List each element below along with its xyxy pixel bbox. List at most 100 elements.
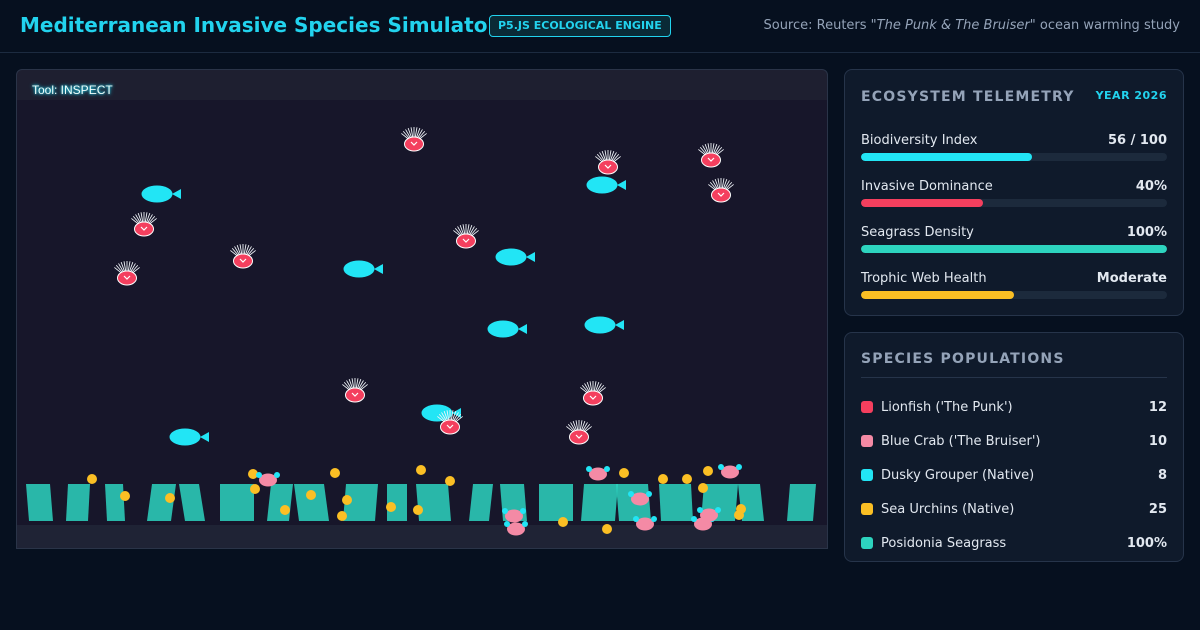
seagrass-blade [267, 484, 293, 521]
sea-urchin [658, 474, 668, 484]
metric-bar [861, 245, 1167, 253]
population-name: Sea Urchins (Native) [881, 502, 1015, 517]
engine-badge: P5.JS ECOLOGICAL ENGINE [489, 15, 671, 37]
blue-crab [718, 464, 742, 479]
source-suffix: " ocean warming study [1029, 18, 1180, 33]
population-row-posidonia-seagrass: Posidonia Seagrass 100% [861, 535, 1167, 555]
sea-urchin [682, 474, 692, 484]
sea-urchin-swatch [861, 503, 873, 515]
population-name: Dusky Grouper (Native) [881, 468, 1035, 483]
sea-urchin [619, 468, 629, 478]
lionfish [131, 212, 157, 237]
sea-urchin [698, 483, 708, 493]
dusky-grouper [487, 320, 527, 338]
dusky-grouper [141, 185, 181, 203]
population-count: 8 [1157, 468, 1167, 483]
seagrass-blade [179, 484, 205, 521]
year-badge: YEAR 2026 [1095, 89, 1167, 102]
sea-urchin [337, 511, 347, 521]
population-count: 10 [1148, 434, 1167, 449]
app-header: Mediterranean Invasive Species Simulator… [0, 0, 1200, 53]
metric-bar [861, 199, 1167, 207]
sea-urchin [250, 484, 260, 494]
sea-urchin [87, 474, 97, 484]
seagrass-blade [539, 484, 573, 521]
lionfish-swatch [861, 401, 873, 413]
metric-label: Biodiversity Index [861, 133, 978, 148]
sea-urchin [280, 505, 290, 515]
metric-bar-fill [861, 245, 1167, 253]
population-count: 25 [1148, 502, 1167, 517]
population-row-blue-crab: Blue Crab ('The Bruiser') 10 [861, 433, 1167, 453]
lionfish [342, 378, 368, 403]
metric-bar [861, 291, 1167, 299]
dusky-grouper [343, 260, 383, 278]
metric-bar-fill [861, 291, 1014, 299]
source-study-title: The Punk & The Bruiser [876, 18, 1030, 33]
populations-title: SPECIES POPULATIONS [861, 351, 1065, 367]
metric-value: Moderate [1096, 271, 1167, 286]
lionfish [114, 261, 140, 286]
lionfish [566, 420, 592, 445]
lionfish [708, 178, 734, 203]
metric-value: 40% [1135, 179, 1167, 194]
lionfish [230, 244, 256, 269]
population-name: Posidonia Seagrass [881, 536, 1007, 551]
seagrass-blade [787, 484, 816, 521]
blue-crab [586, 466, 610, 481]
seagrass-swatch [861, 537, 873, 549]
sea-urchin [165, 493, 175, 503]
population-row-sea-urchins: Sea Urchins (Native) 25 [861, 501, 1167, 521]
blue-crab-swatch [861, 435, 873, 447]
sea-urchin [558, 517, 568, 527]
dusky-grouper [169, 428, 209, 446]
metric-invasive-dominance: Invasive Dominance 40% [861, 179, 1167, 219]
population-count: 100% [1126, 536, 1167, 551]
sea-urchin [330, 468, 340, 478]
divider [861, 377, 1167, 378]
dusky-grouper [584, 316, 624, 334]
metric-label: Invasive Dominance [861, 179, 993, 194]
sea-urchin [342, 495, 352, 505]
tool-indicator: Tool: INSPECT [32, 83, 113, 97]
seagrass-blade [220, 484, 254, 521]
sea-urchin [703, 466, 713, 476]
population-count: 12 [1148, 400, 1167, 415]
seagrass-blade [416, 484, 451, 521]
seagrass-blade [26, 484, 53, 521]
metric-seagrass-density: Seagrass Density 100% [861, 225, 1167, 265]
app-title: Mediterranean Invasive Species Simulator [20, 13, 498, 37]
sea-urchin [736, 504, 746, 514]
metric-label: Seagrass Density [861, 225, 974, 240]
sea-urchin [602, 524, 612, 534]
sea-urchin [445, 476, 455, 486]
metric-biodiversity: Biodiversity Index 56 / 100 [861, 133, 1167, 173]
metric-bar-fill [861, 199, 984, 207]
population-name: Lionfish ('The Punk') [881, 400, 1013, 415]
lionfish [698, 143, 724, 168]
metric-label: Trophic Web Health [861, 271, 987, 286]
lionfish [401, 127, 427, 152]
seagrass-blade [66, 484, 90, 521]
simulation-panel: Tool: INSPECT [16, 69, 828, 549]
telemetry-title: ECOSYSTEM TELEMETRY [861, 89, 1075, 105]
population-row-lionfish: Lionfish ('The Punk') 12 [861, 399, 1167, 419]
metric-bar [861, 153, 1167, 161]
source-prefix: Source: Reuters " [763, 18, 877, 33]
ecosystem-scene[interactable] [17, 100, 827, 549]
metric-value: 56 / 100 [1107, 133, 1167, 148]
metric-trophic-web-health: Trophic Web Health Moderate [861, 271, 1167, 311]
population-row-dusky-grouper: Dusky Grouper (Native) 8 [861, 467, 1167, 487]
seagrass-blade [659, 484, 693, 521]
sea-urchin [120, 491, 130, 501]
population-name: Blue Crab ('The Bruiser') [881, 434, 1041, 449]
lionfish [580, 381, 606, 406]
sea-urchin [386, 502, 396, 512]
simulation-canvas[interactable] [17, 100, 827, 549]
sea-urchin [413, 505, 423, 515]
seagrass-blade [469, 484, 493, 521]
lionfish [595, 150, 621, 175]
dusky-grouper [495, 248, 535, 266]
lionfish [453, 224, 479, 249]
dusky-grouper-swatch [861, 469, 873, 481]
